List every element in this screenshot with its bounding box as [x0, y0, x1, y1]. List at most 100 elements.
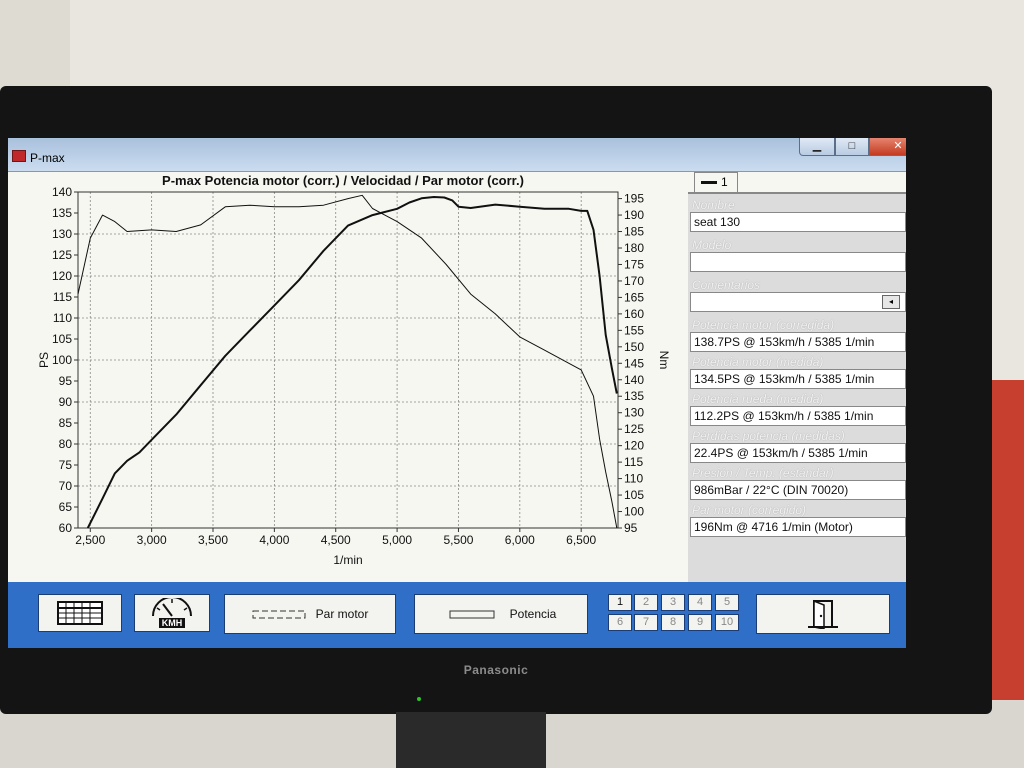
tab-1[interactable]: 1 [694, 172, 738, 192]
potencia-corregida-field: 138.7PS @ 153km/h / 5385 1/min [690, 332, 906, 352]
y-tick-label: 60 [59, 521, 73, 535]
y2-tick-label: 95 [624, 521, 638, 535]
minimize-button[interactable]: ▁ [799, 138, 835, 156]
y2-tick-label: 160 [624, 307, 644, 321]
y-axis-label: PS [37, 352, 51, 368]
par-motor-button[interactable]: Par motor [224, 594, 396, 634]
y-tick-label: 120 [52, 269, 72, 283]
par-motor-label: Par motor [315, 607, 369, 621]
dyno-chart: 2,500 3,000 3,500 4,000 4,500 5,000 5,500 6,000… [37, 173, 671, 567]
page-button-9[interactable]: 9 [688, 614, 712, 631]
potencia-medida-field: 134.5PS @ 153km/h / 5385 1/min [690, 369, 906, 389]
page-button-2[interactable]: 2 [634, 594, 658, 611]
y2-tick-label: 110 [624, 472, 643, 486]
y-tick-label: 135 [52, 206, 72, 220]
power-led [417, 697, 421, 701]
x-tick-label: 3,500 [198, 533, 228, 547]
y2-tick-label: 145 [624, 356, 644, 370]
y2-tick-label: 175 [624, 257, 644, 271]
y2-tick-label: 100 [624, 505, 644, 519]
comentarios-field[interactable] [690, 292, 906, 312]
y2-axis-label: Nm [657, 351, 671, 370]
field-label-modelo: Modelo [692, 238, 732, 252]
y2-tick-label: 140 [624, 373, 644, 387]
presion-temp-field: 986mBar / 22°C (DIN 70020) [690, 480, 906, 500]
field-label-potencia-rueda: Potencia rueda (medida) [692, 392, 824, 406]
par-motor-field: 196Nm @ 4716 1/min (Motor) [690, 517, 906, 537]
y-tick-label: 70 [59, 479, 73, 493]
y2-tick-label: 190 [624, 208, 644, 222]
speedometer-icon [152, 598, 192, 617]
page-button-3[interactable]: 3 [661, 594, 685, 611]
x-tick-label: 5,500 [443, 533, 473, 547]
page-button-7[interactable]: 7 [634, 614, 658, 631]
potencia-rueda-field: 112.2PS @ 153km/h / 5385 1/min [690, 406, 906, 426]
dashed-line-swatch-icon [252, 610, 306, 619]
chart-title: P-max Potencia motor (corr.) / Velocidad… [162, 173, 524, 188]
monitor-brand: Panasonic [463, 663, 529, 677]
y2-tick-label: 120 [624, 439, 644, 453]
scroll-arrow-icon[interactable]: ◂ [882, 295, 900, 309]
y2-tick-label: 180 [624, 241, 644, 255]
speedometer-label: KMH [158, 618, 186, 628]
y2-tick-label: 150 [624, 340, 644, 354]
y2-tick-label: 105 [624, 488, 644, 502]
info-panel: Nombre seat 130 Modelo Comentarios ◂ Pot… [688, 194, 906, 582]
client-area: 2,500 3,000 3,500 4,000 4,500 5,000 5,500 6,000… [8, 172, 906, 582]
y2-tick-label: 155 [624, 323, 644, 337]
tab-label: 1 [721, 175, 728, 189]
close-button[interactable]: ✕ [869, 138, 906, 156]
solid-line-swatch-icon [449, 610, 495, 619]
y-tick-label: 80 [59, 437, 73, 451]
tab-line-swatch [701, 181, 717, 184]
x-tick-label: 6,500 [566, 533, 596, 547]
page-button-1[interactable]: 1 [608, 594, 632, 611]
x-tick-label: 6,000 [505, 533, 535, 547]
maximize-button[interactable]: □ [835, 138, 869, 156]
y-tick-label: 85 [59, 416, 73, 430]
potencia-button[interactable]: Potencia [414, 594, 588, 634]
y-tick-label: 115 [53, 290, 72, 304]
table-button[interactable] [38, 594, 122, 632]
y2-tick-label: 185 [624, 225, 644, 239]
field-label-par-motor: Par motor (corregido) [692, 503, 807, 517]
y2-tick-label: 130 [624, 406, 644, 420]
field-label-presion-temp: Presión / Temp. (estándar) [692, 466, 834, 480]
page-button-8[interactable]: 8 [661, 614, 685, 631]
y2-tick-label: 195 [624, 192, 644, 206]
potencia-label: Potencia [509, 607, 557, 621]
field-label-perdidas: Pérdidas potencia (medidas) [692, 429, 845, 443]
x-tick-label: 3,000 [137, 533, 167, 547]
y2-tick-label: 165 [624, 290, 644, 304]
speedometer-button[interactable]: KMH [134, 594, 210, 632]
app-window: P-max ▁ □ ✕ 2,500 3,000 3,500 4,000 4,500 5,0… [8, 138, 906, 648]
app-icon [12, 150, 26, 162]
y-tick-label: 110 [53, 311, 72, 325]
x-tick-label: 4,000 [259, 533, 289, 547]
series-line-potencia [86, 196, 618, 529]
page-button-10[interactable]: 10 [715, 614, 739, 631]
page-button-5[interactable]: 5 [715, 594, 739, 611]
page-selector: 1 2 3 4 5 6 7 8 9 10 [606, 594, 742, 634]
series-line-par-motor [77, 194, 618, 529]
field-label-nombre: Nombre [692, 198, 735, 212]
modelo-field[interactable] [690, 252, 906, 272]
nombre-field[interactable]: seat 130 [690, 212, 906, 232]
monitor-stand [396, 712, 546, 768]
x-axis-label: 1/min [333, 553, 362, 567]
page-button-4[interactable]: 4 [688, 594, 712, 611]
y-tick-label: 125 [52, 248, 72, 262]
y-tick-label: 105 [52, 332, 72, 346]
y2-tick-label: 115 [624, 455, 643, 469]
x-tick-label: 5,000 [382, 533, 412, 547]
y-tick-label: 130 [52, 227, 72, 241]
title-bar: P-max ▁ □ ✕ [8, 138, 906, 172]
field-label-potencia-medida: Potencia motor (medida) [692, 355, 824, 369]
y-tick-label: 140 [52, 185, 72, 199]
exit-door-icon [808, 599, 838, 629]
exit-button[interactable] [756, 594, 890, 634]
y-tick-label: 65 [59, 500, 73, 514]
x-tick-label: 2,500 [75, 533, 105, 547]
page-button-6[interactable]: 6 [608, 614, 632, 631]
y2-tick-label: 170 [624, 274, 644, 288]
